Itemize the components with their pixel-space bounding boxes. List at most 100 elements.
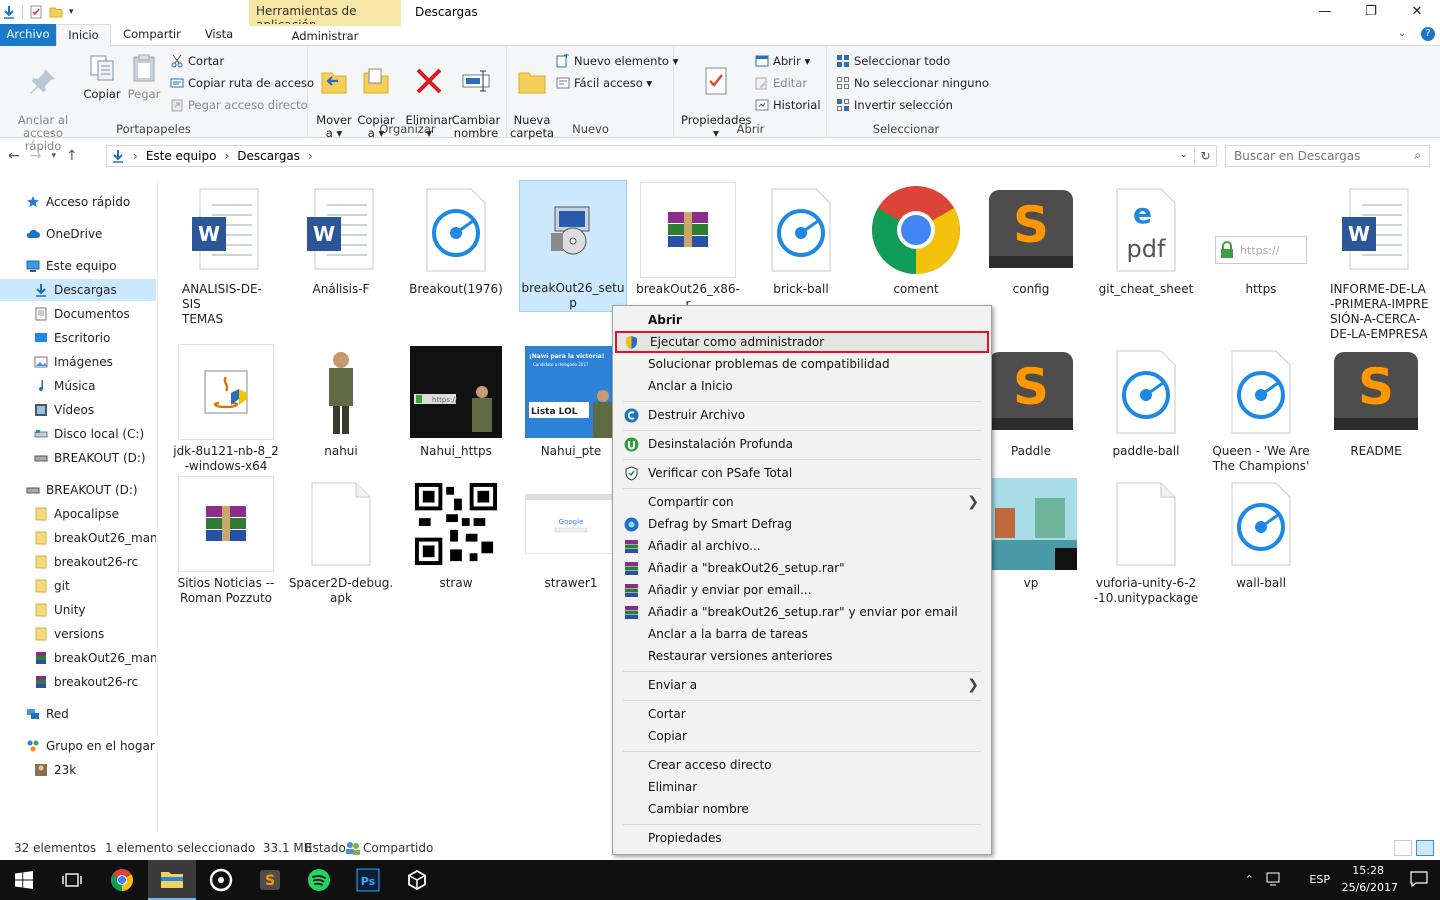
network-tray-icon[interactable] xyxy=(1266,872,1282,886)
help-icon[interactable]: ? xyxy=(1421,27,1435,41)
menu-item-desinstalacion-profunda[interactable]: Desinstalación Profunda xyxy=(615,433,989,455)
taskbar-groove[interactable] xyxy=(197,860,245,900)
taskbar-chrome[interactable] xyxy=(98,860,146,900)
nav-archive-breakout26-rc[interactable]: breakout26-rc xyxy=(0,671,156,693)
tab-vista[interactable]: Vista xyxy=(194,24,244,46)
nav-breakout-root[interactable]: BREAKOUT (D:) xyxy=(0,479,156,501)
address-dropdown-icon[interactable]: ⌄ xyxy=(1180,149,1188,160)
file-item[interactable]: e pdf git_cheat_sheet xyxy=(1092,182,1200,297)
easy-access-button[interactable]: Fácil acceso ▾ xyxy=(556,73,652,93)
nav-breakout-drive[interactable]: BREAKOUT (D:) xyxy=(0,447,156,469)
file-item[interactable]: coment xyxy=(862,182,970,297)
breadcrumb-este-equipo[interactable]: Este equipo xyxy=(146,149,217,163)
file-item[interactable]: W INFORME-DE-LA -PRIMERA-IMPRE SIÓN-A-CE… xyxy=(1322,182,1430,342)
taskbar-spotify[interactable] xyxy=(295,860,343,900)
new-folder-icon[interactable] xyxy=(49,5,63,19)
file-item[interactable]: breakOut26_x86-r xyxy=(634,182,742,312)
file-item-selected[interactable]: breakOut26_setu p xyxy=(519,180,627,312)
menu-item-abrir[interactable]: Abrir xyxy=(615,309,989,331)
tab-inicio[interactable]: Inicio xyxy=(56,24,111,47)
file-item[interactable]: jdk-8u121-nb-8_2 -windows-x64 xyxy=(172,344,280,474)
menu-item-eliminar[interactable]: Eliminar xyxy=(615,776,989,798)
menu-item-enviar-a[interactable]: Enviar a ❯ xyxy=(615,674,989,696)
menu-item-solucionar-problemas[interactable]: Solucionar problemas de compatibilidad xyxy=(615,353,989,375)
history-button[interactable]: Historial xyxy=(755,95,821,115)
menu-item-compartir-con[interactable]: Compartir con ❯ xyxy=(615,491,989,513)
menu-item-cambiar-nombre[interactable]: Cambiar nombre xyxy=(615,798,989,820)
file-item[interactable]: vuforia-unity-6-2 -10.unitypackage xyxy=(1092,476,1200,606)
menu-item-anadir-rar[interactable]: Añadir a "breakOut26_setup.rar" xyxy=(615,557,989,579)
nav-documentos[interactable]: Documentos xyxy=(0,303,156,325)
menu-item-anclar-inicio[interactable]: Anclar a Inicio xyxy=(615,375,989,397)
file-item[interactable]: https:// https xyxy=(1207,182,1315,297)
back-arrow-icon[interactable]: ← xyxy=(8,148,20,164)
copy-button[interactable]: Copiar xyxy=(82,50,122,101)
taskbar-file-explorer[interactable] xyxy=(148,860,196,900)
details-view-icon[interactable] xyxy=(1394,840,1412,856)
start-button[interactable] xyxy=(0,860,48,900)
new-item-button[interactable]: Nuevo elemento ▾ xyxy=(556,51,678,71)
expand-ribbon-icon[interactable]: ⌄ xyxy=(1398,28,1406,39)
file-item[interactable]: Sitios Noticias -- Roman Pozzuto xyxy=(172,476,280,606)
pin-quick-access-button[interactable]: Anclar al acceso rápido xyxy=(4,50,82,153)
menu-item-anadir-archivo[interactable]: Añadir al archivo... xyxy=(615,535,989,557)
nav-folder-unity[interactable]: Unity xyxy=(0,599,156,621)
nav-23k[interactable]: 23k xyxy=(0,759,156,781)
clock-date[interactable]: 25/6/2017 xyxy=(1342,881,1398,894)
breadcrumb-separator[interactable]: › xyxy=(308,149,313,163)
open-button[interactable]: Abrir ▾ xyxy=(755,51,810,71)
tab-archivo[interactable]: Archivo xyxy=(0,24,56,46)
file-item[interactable]: Spacer2D-debug. apk xyxy=(287,476,395,606)
nav-folder-breakout26-rc[interactable]: breakout26-rc xyxy=(0,551,156,573)
nav-imagenes[interactable]: Imágenes xyxy=(0,351,156,373)
notifications-icon[interactable] xyxy=(1410,871,1428,888)
up-arrow-icon[interactable]: ↑ xyxy=(66,148,78,164)
nav-folder-versions[interactable]: versions xyxy=(0,623,156,645)
nav-musica[interactable]: Música xyxy=(0,375,156,397)
menu-item-defrag[interactable]: Defrag by Smart Defrag xyxy=(615,513,989,535)
file-item[interactable]: brick-ball xyxy=(747,182,855,297)
refresh-button[interactable]: ↻ xyxy=(1195,145,1217,167)
menu-item-anadir-email[interactable]: Añadir y enviar por email... xyxy=(615,579,989,601)
nav-videos[interactable]: Vídeos xyxy=(0,399,156,421)
taskbar-unity[interactable] xyxy=(393,860,441,900)
large-icons-view-icon[interactable] xyxy=(1416,840,1434,856)
properties-check-icon[interactable] xyxy=(29,5,43,19)
file-item[interactable]: straw xyxy=(402,476,510,591)
nav-folder-breakout26-manual[interactable]: breakOut26_manua xyxy=(0,527,156,549)
paste-shortcut-button[interactable]: Pegar acceso directo xyxy=(170,95,308,115)
nav-escritorio[interactable]: Escritorio xyxy=(0,327,156,349)
file-item[interactable]: S README xyxy=(1322,344,1430,459)
nav-disco-local[interactable]: Disco local (C:) xyxy=(0,423,156,445)
menu-item-crear-acceso-directo[interactable]: Crear acceso directo xyxy=(615,754,989,776)
show-hidden-icons-icon[interactable]: ⌃ xyxy=(1245,873,1254,886)
file-item[interactable]: W Análisis-F xyxy=(287,182,395,297)
nav-grupo-hogar[interactable]: Grupo en el hogar xyxy=(0,735,156,757)
file-item[interactable]: paddle-ball xyxy=(1092,344,1200,459)
address-bar[interactable]: › Este equipo › Descargas › ⌄ xyxy=(106,145,1195,167)
file-item[interactable]: Breakout(1976) xyxy=(402,182,510,297)
select-none-button[interactable]: No seleccionar ninguno xyxy=(836,73,989,93)
breadcrumb-separator[interactable]: › xyxy=(133,149,138,163)
file-item[interactable]: https:// Nahui_https xyxy=(402,344,510,459)
file-item[interactable]: Queen - 'We Are The Champions' xyxy=(1207,344,1315,474)
nav-red[interactable]: Red xyxy=(0,703,156,725)
tab-compartir[interactable]: Compartir xyxy=(115,24,189,46)
menu-item-verificar-psafe[interactable]: Verificar con PSafe Total xyxy=(615,462,989,484)
nav-descargas[interactable]: Descargas xyxy=(0,279,156,301)
invert-selection-button[interactable]: Invertir selección xyxy=(836,95,953,115)
file-item[interactable]: wall-ball xyxy=(1207,476,1315,591)
nav-onedrive[interactable]: OneDrive xyxy=(0,223,156,245)
taskbar-sublime[interactable]: S xyxy=(246,860,294,900)
clock-time[interactable]: 15:28 xyxy=(1352,864,1384,877)
task-view-button[interactable] xyxy=(48,860,96,900)
recent-locations-icon[interactable]: ▾ xyxy=(51,151,56,161)
input-language[interactable]: ESP xyxy=(1309,873,1330,886)
edit-button[interactable]: Editar xyxy=(755,73,807,93)
select-all-button[interactable]: Seleccionar todo xyxy=(836,51,950,71)
file-item[interactable]: ¡Nawi para la victoria! Candidato a deleg… xyxy=(517,344,625,459)
menu-item-cortar[interactable]: Cortar xyxy=(615,703,989,725)
file-item[interactable]: nahui xyxy=(287,344,395,459)
menu-item-copiar[interactable]: Copiar xyxy=(615,725,989,747)
file-item[interactable]: vp xyxy=(977,476,1085,591)
